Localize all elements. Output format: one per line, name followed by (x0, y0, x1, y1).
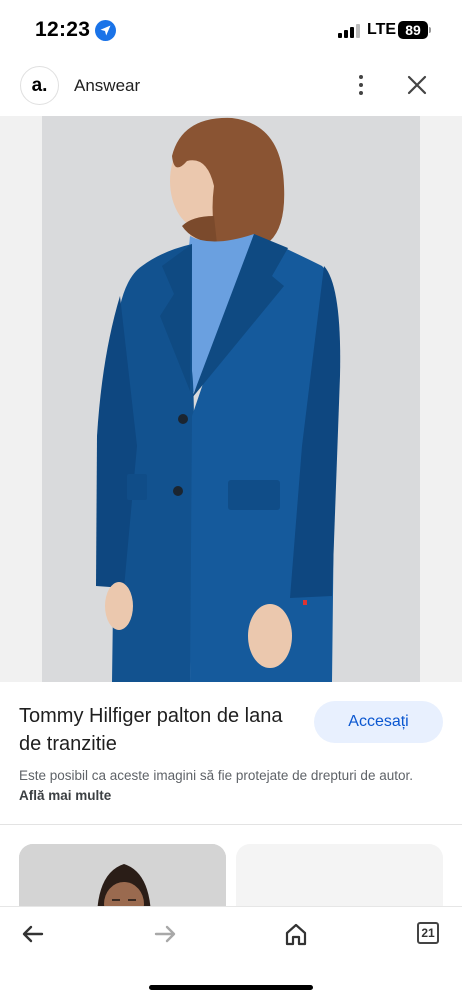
status-bar: 12:23 LTE 89 (0, 0, 462, 60)
image-info-panel: Tommy Hilfiger palton de lana de tranzit… (0, 682, 462, 824)
forward-arrow-icon[interactable] (150, 919, 180, 949)
network-type: LTE (367, 21, 397, 38)
product-title[interactable]: Tommy Hilfiger palton de lana de tranzit… (19, 702, 289, 758)
learn-more-link[interactable]: Află mai multe (19, 788, 111, 803)
battery-nub (429, 27, 431, 33)
browser-toolbar: 21 (0, 906, 462, 999)
more-vert-icon[interactable] (350, 72, 372, 98)
site-logo[interactable]: a. (20, 66, 59, 105)
copyright-disclaimer: Este posibil ca aceste imagini să fie pr… (19, 766, 439, 806)
product-image[interactable] (42, 116, 420, 682)
home-indicator (149, 985, 313, 990)
signal-icon (338, 24, 360, 38)
tabs-icon[interactable]: 21 (417, 922, 439, 944)
status-time: 12:23 (35, 18, 91, 41)
back-arrow-icon[interactable] (18, 919, 48, 949)
battery-icon: 89 (398, 21, 428, 39)
visit-button[interactable]: Accesați (314, 701, 443, 743)
image-viewer[interactable] (0, 116, 462, 682)
home-icon[interactable] (281, 919, 311, 949)
close-icon[interactable] (404, 72, 430, 98)
disclaimer-text: Este posibil ca aceste imagini să fie pr… (19, 768, 413, 783)
site-name[interactable]: Answear (74, 76, 140, 96)
source-header: a. Answear (0, 60, 462, 114)
related-image-card[interactable] (236, 844, 443, 914)
related-images (0, 825, 462, 914)
related-image-card[interactable] (19, 844, 226, 914)
location-arrow-icon (95, 20, 116, 41)
